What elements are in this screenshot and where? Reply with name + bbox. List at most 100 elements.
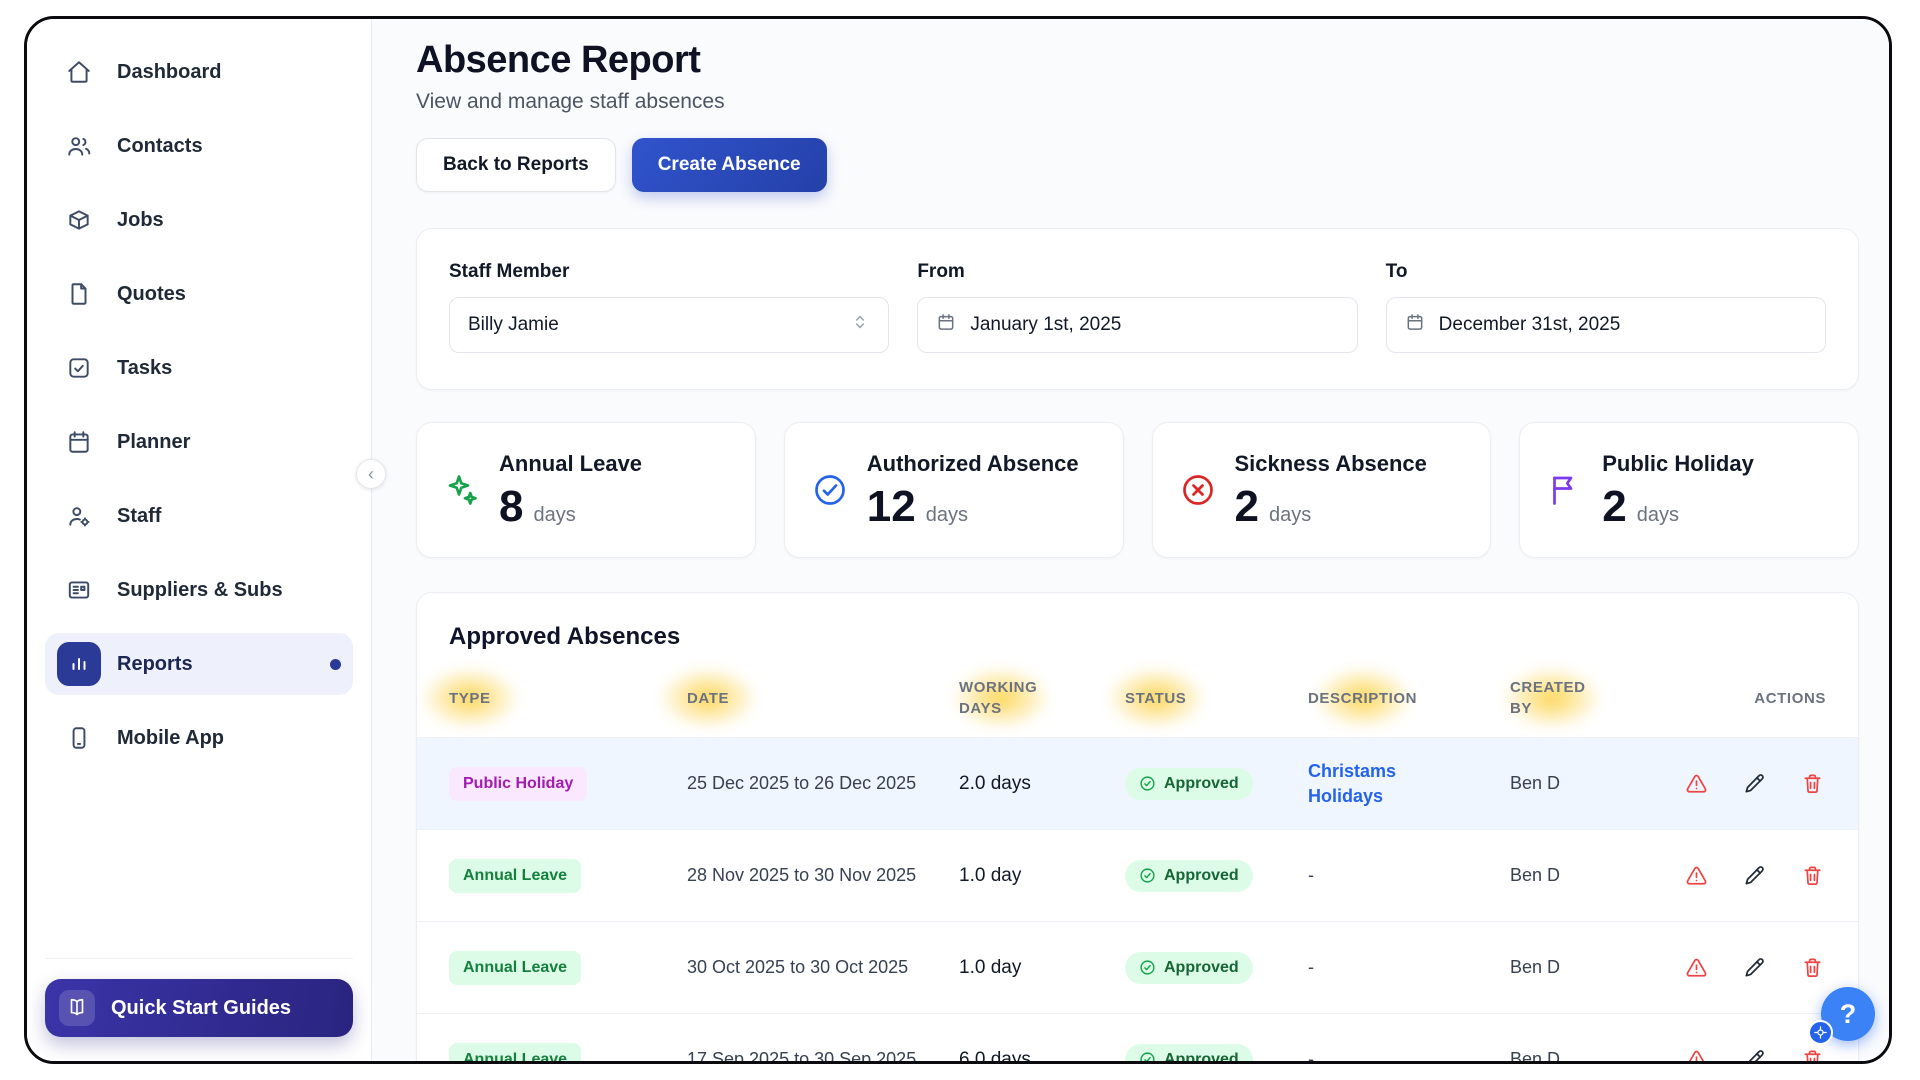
stat-title: Authorized Absence bbox=[867, 451, 1079, 477]
staff-member-select[interactable]: Billy Jamie bbox=[449, 297, 889, 353]
filter-panel: Staff Member Billy Jamie From January 1s… bbox=[416, 228, 1859, 390]
column-header-working-days: WORKING DAYS bbox=[959, 677, 1125, 719]
sidebar-item[interactable]: Mobile App bbox=[45, 707, 353, 769]
warning-icon[interactable] bbox=[1684, 772, 1708, 796]
sidebar-item[interactable]: Dashboard bbox=[45, 41, 353, 103]
edit-icon[interactable] bbox=[1742, 956, 1766, 980]
description-cell[interactable]: - bbox=[1308, 1049, 1314, 1061]
column-header-type: TYPE bbox=[449, 688, 687, 709]
status-badge: Approved bbox=[1125, 952, 1253, 984]
edit-icon[interactable] bbox=[1742, 772, 1766, 796]
stat-unit: days bbox=[1269, 504, 1311, 527]
status-badge: Approved bbox=[1125, 1044, 1253, 1062]
table-row: Public Holiday 25 Dec 2025 to 26 Dec 202… bbox=[417, 737, 1858, 829]
mobile-icon bbox=[57, 716, 101, 760]
sidebar-item[interactable]: Suppliers & Subs bbox=[45, 559, 353, 621]
header-actions: Back to Reports Create Absence bbox=[416, 138, 1859, 192]
jobs-icon bbox=[57, 198, 101, 242]
sidebar-item-label: Tasks bbox=[117, 357, 172, 380]
to-date-input[interactable]: December 31st, 2025 bbox=[1386, 297, 1826, 353]
row-actions bbox=[1684, 864, 1830, 888]
sidebar-item-label: Contacts bbox=[117, 135, 203, 158]
type-badge: Annual Leave bbox=[449, 951, 581, 985]
row-actions bbox=[1684, 1048, 1830, 1062]
sidebar-item-label: Planner bbox=[117, 431, 190, 454]
tasks-icon bbox=[57, 346, 101, 390]
edit-icon[interactable] bbox=[1742, 864, 1766, 888]
description-cell[interactable]: Christams Holidays bbox=[1308, 759, 1440, 808]
delete-icon[interactable] bbox=[1800, 864, 1824, 888]
from-date-value: January 1st, 2025 bbox=[970, 314, 1121, 336]
edit-icon[interactable] bbox=[1742, 1048, 1766, 1062]
help-label: ? bbox=[1840, 999, 1857, 1029]
from-date-input[interactable]: January 1st, 2025 bbox=[917, 297, 1357, 353]
stat-value: 8 bbox=[499, 485, 523, 529]
row-actions bbox=[1684, 772, 1830, 796]
sidebar-item[interactable]: Quotes bbox=[45, 263, 353, 325]
created-by-cell: Ben D bbox=[1510, 957, 1684, 978]
reports-icon bbox=[57, 642, 101, 686]
delete-icon[interactable] bbox=[1800, 956, 1824, 980]
stat-card: Authorized Absence 12 days bbox=[784, 422, 1124, 558]
help-button[interactable]: ? bbox=[1821, 987, 1875, 1041]
stat-value: 12 bbox=[867, 485, 916, 529]
sidebar-item[interactable]: Contacts bbox=[45, 115, 353, 177]
table-header-row: TYPE DATE WORKING DAYS STATUS DESCRIPTIO… bbox=[417, 677, 1858, 737]
warning-icon[interactable] bbox=[1684, 956, 1708, 980]
sidebar-item-label: Quotes bbox=[117, 283, 186, 306]
sparkles-icon bbox=[443, 471, 481, 509]
stat-value: 2 bbox=[1235, 485, 1259, 529]
book-icon bbox=[59, 990, 95, 1026]
back-to-reports-button[interactable]: Back to Reports bbox=[416, 138, 616, 192]
sidebar-item[interactable]: Staff bbox=[45, 485, 353, 547]
staff-member-field: Staff Member Billy Jamie bbox=[449, 261, 889, 353]
sidebar-item[interactable]: Tasks bbox=[45, 337, 353, 399]
check-circle-icon bbox=[1139, 1051, 1156, 1061]
date-cell: 25 Dec 2025 to 26 Dec 2025 bbox=[687, 773, 959, 794]
description-cell[interactable]: - bbox=[1308, 865, 1314, 885]
sidebar-nav: Dashboard Contacts Jobs Quote bbox=[45, 41, 353, 781]
column-header-date: DATE bbox=[687, 688, 959, 709]
to-label: To bbox=[1386, 261, 1826, 283]
sidebar-footer: Quick Start Guides bbox=[45, 958, 353, 1037]
suppliers-icon bbox=[57, 568, 101, 612]
delete-icon[interactable] bbox=[1800, 772, 1824, 796]
table-body: Public Holiday 25 Dec 2025 to 26 Dec 202… bbox=[417, 737, 1858, 1061]
from-label: From bbox=[917, 261, 1357, 283]
sidebar-item[interactable]: Jobs bbox=[45, 189, 353, 251]
warning-icon[interactable] bbox=[1684, 864, 1708, 888]
sidebar-item-label: Jobs bbox=[117, 209, 164, 232]
sidebar-item[interactable]: Planner bbox=[45, 411, 353, 473]
home-icon bbox=[57, 50, 101, 94]
contacts-icon bbox=[57, 124, 101, 168]
table-title: Approved Absences bbox=[417, 593, 1858, 677]
sidebar-item[interactable]: Reports bbox=[45, 633, 353, 695]
column-header-description: DESCRIPTION bbox=[1308, 688, 1510, 709]
stat-title: Annual Leave bbox=[499, 451, 642, 477]
working-days-cell: 2.0 days bbox=[959, 773, 1125, 795]
delete-icon[interactable] bbox=[1800, 1048, 1824, 1062]
status-label: Approved bbox=[1164, 1051, 1239, 1062]
quick-start-guides-button[interactable]: Quick Start Guides bbox=[45, 979, 353, 1037]
calendar-icon bbox=[936, 312, 956, 338]
page-subtitle: View and manage staff absences bbox=[416, 90, 1859, 114]
created-by-cell: Ben D bbox=[1510, 1049, 1684, 1061]
sidebar-collapse-button[interactable]: ‹ bbox=[356, 459, 386, 489]
warning-icon[interactable] bbox=[1684, 1048, 1708, 1062]
check-circle-icon bbox=[1139, 867, 1156, 884]
date-cell: 28 Nov 2025 to 30 Nov 2025 bbox=[687, 865, 959, 886]
to-date-field: To December 31st, 2025 bbox=[1386, 261, 1826, 353]
create-absence-button[interactable]: Create Absence bbox=[632, 138, 827, 192]
staff-icon bbox=[57, 494, 101, 538]
stats-row: Annual Leave 8 days Authorized Absence 1… bbox=[416, 422, 1859, 558]
stat-card: Public Holiday 2 days bbox=[1519, 422, 1859, 558]
target-icon[interactable] bbox=[1808, 1020, 1833, 1045]
stat-title: Sickness Absence bbox=[1235, 451, 1427, 477]
active-dot bbox=[330, 659, 341, 670]
sidebar-item-label: Reports bbox=[117, 653, 193, 676]
column-header-created-by: CREATED BY bbox=[1510, 677, 1684, 719]
description-cell[interactable]: - bbox=[1308, 957, 1314, 977]
stat-value: 2 bbox=[1602, 485, 1626, 529]
x-circle-icon bbox=[1179, 471, 1217, 509]
stat-unit: days bbox=[1637, 504, 1679, 527]
